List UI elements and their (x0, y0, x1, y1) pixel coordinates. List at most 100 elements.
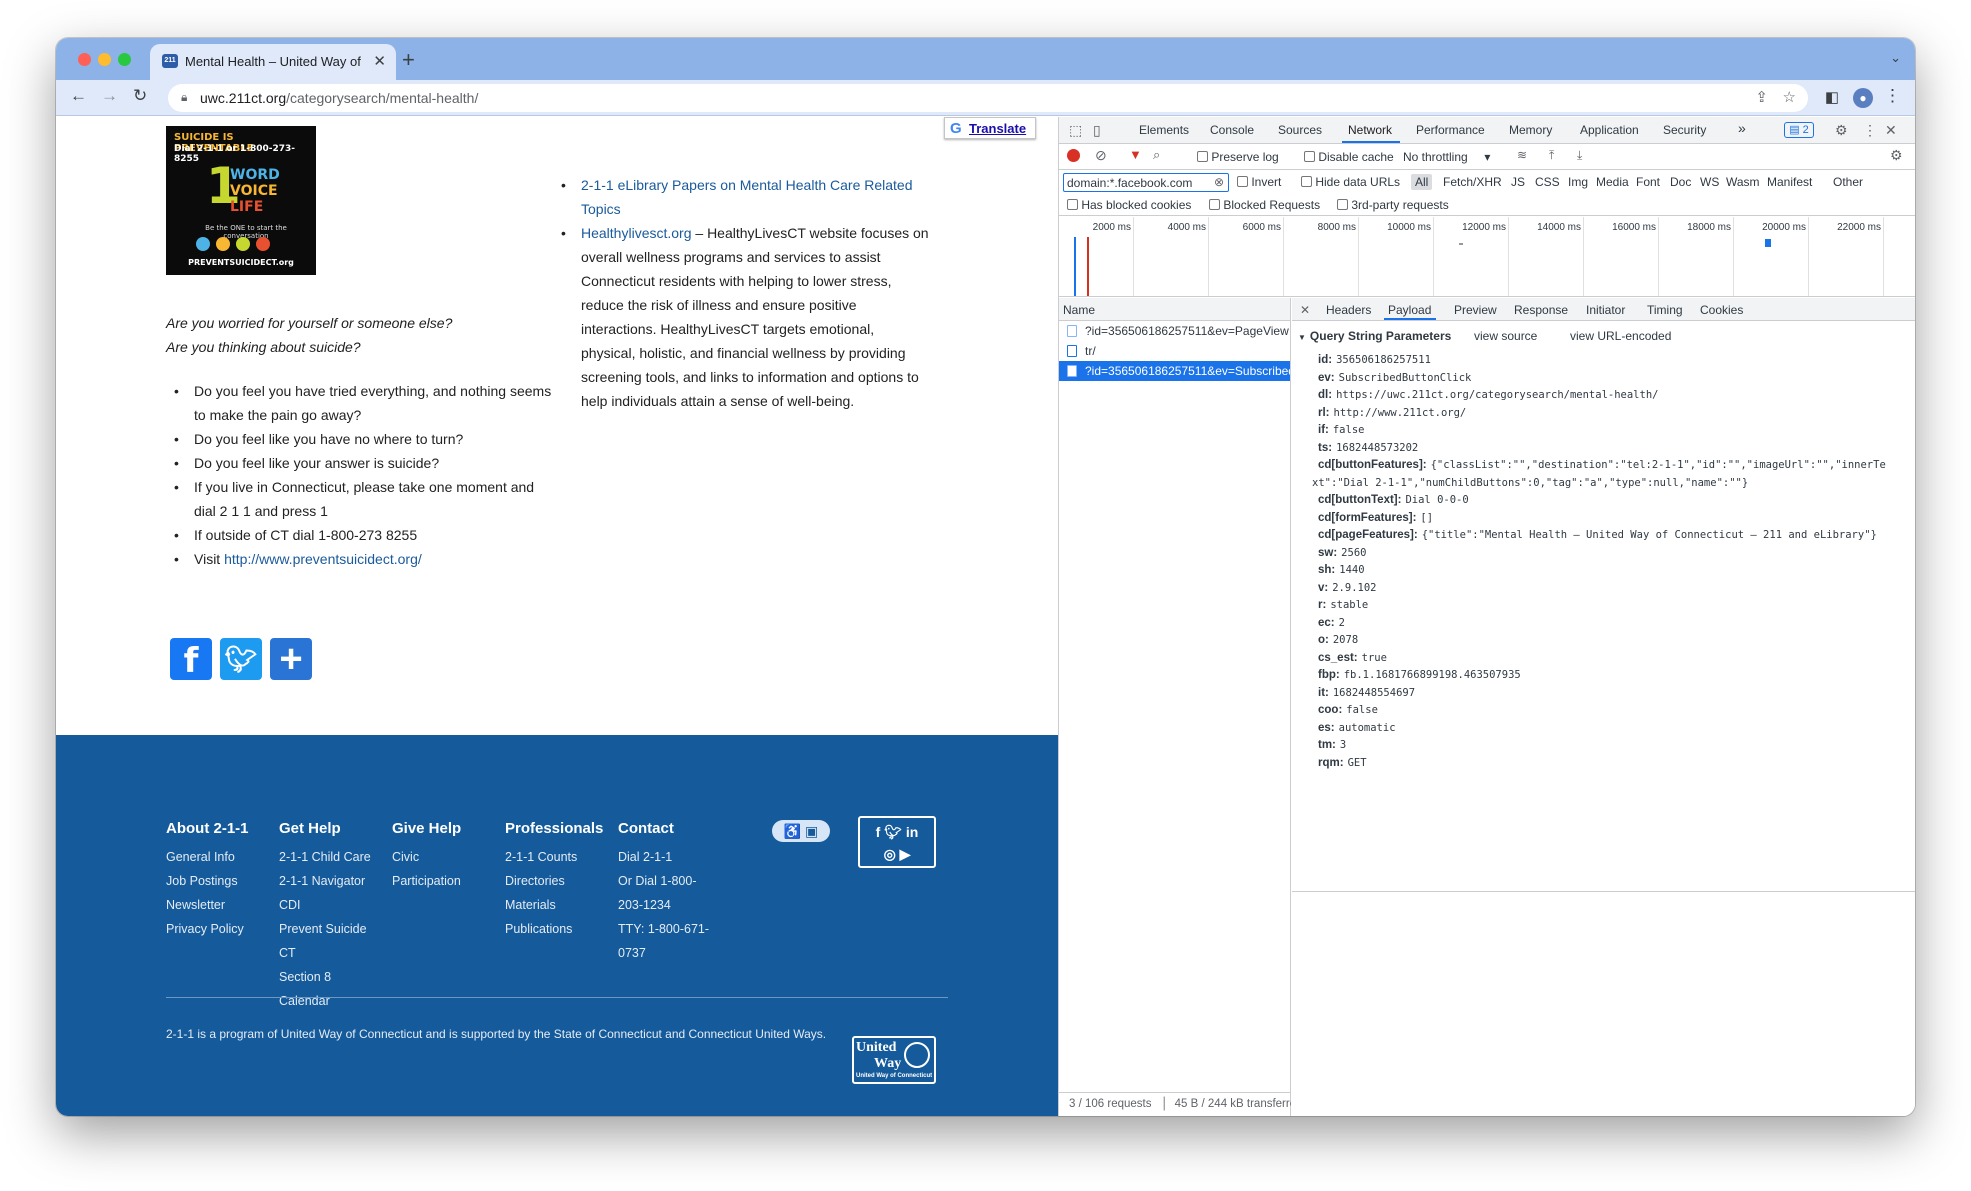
tab-payload[interactable]: Payload (1388, 303, 1431, 317)
footer-link[interactable]: 2-1-1 Counts (505, 845, 605, 869)
close-window-button[interactable] (78, 53, 91, 66)
footer-link[interactable]: Civic (392, 845, 482, 869)
filter-icon[interactable]: ▼ (1129, 147, 1142, 162)
bookmark-star-icon[interactable]: ☆ (1783, 88, 1796, 106)
share-plus-icon[interactable]: + (270, 638, 312, 680)
maximize-window-button[interactable] (118, 53, 131, 66)
record-icon[interactable] (1067, 149, 1080, 162)
footer-link[interactable]: Or Dial 1-800-203-1234 (618, 869, 718, 917)
clear-filter-icon[interactable]: ⊗ (1214, 175, 1224, 189)
filter-input[interactable]: domain:*.facebook.com ⊗ (1063, 173, 1229, 192)
invert-checkbox[interactable]: Invert (1237, 175, 1281, 189)
browser-tab[interactable]: 211 Mental Health – United Way of ✕ (150, 44, 396, 80)
united-way-logo[interactable]: United Way United Way of Connecticut (852, 1036, 936, 1084)
instagram-youtube-icons[interactable]: ◎ ▶ (860, 843, 934, 865)
footer-link[interactable]: CDI (279, 893, 384, 917)
filter-type-all[interactable]: All (1411, 174, 1433, 190)
filter-type-font[interactable]: Font (1636, 175, 1660, 189)
reload-icon[interactable]: ↻ (133, 86, 147, 106)
view-source-link[interactable]: view source (1474, 329, 1537, 343)
tab-cookies[interactable]: Cookies (1700, 303, 1743, 317)
preserve-log-checkbox[interactable]: Preserve log (1197, 150, 1279, 164)
inspect-element-icon[interactable]: ⬚ (1069, 122, 1082, 139)
browser-menu-icon[interactable]: ⋮ (1884, 86, 1901, 106)
translate-button[interactable]: G Translate (944, 117, 1036, 139)
hide-data-urls-checkbox[interactable]: Hide data URLs (1301, 175, 1400, 189)
footer-link[interactable]: Directories (505, 869, 605, 893)
name-column-header[interactable]: Name (1059, 298, 1290, 321)
accessibility-icon[interactable]: ♿ ▣ (772, 820, 830, 842)
side-panel-icon[interactable]: ◧ (1825, 88, 1839, 106)
search-icon[interactable]: ⌕ (1153, 147, 1160, 163)
devtools-menu-icon[interactable]: ⋮ (1863, 122, 1877, 139)
footer-link[interactable]: Section 8 (279, 965, 384, 989)
query-string-heading[interactable]: ▼ Query String Parameters (1298, 329, 1451, 343)
filter-type-fetch-xhr[interactable]: Fetch/XHR (1443, 175, 1502, 189)
filter-type-manifest[interactable]: Manifest (1767, 175, 1812, 189)
tab-preview[interactable]: Preview (1454, 303, 1497, 317)
footer-link[interactable]: Dial 2-1-1 (618, 845, 718, 869)
tab-network[interactable]: Network (1348, 123, 1392, 137)
disable-cache-checkbox[interactable]: Disable cache (1304, 150, 1394, 164)
tab-security[interactable]: Security (1663, 123, 1706, 137)
filter-type-img[interactable]: Img (1568, 175, 1588, 189)
device-toolbar-icon[interactable]: ▯ (1093, 122, 1101, 139)
network-timeline-overview[interactable]: 2000 ms 4000 ms 6000 ms 8000 ms 10000 ms… (1059, 217, 1915, 297)
back-arrow-icon[interactable]: ← (70, 86, 87, 106)
footer-link[interactable]: Participation (392, 869, 482, 893)
footer-link[interactable]: 2-1-1 Navigator (279, 869, 384, 893)
tab-timing[interactable]: Timing (1647, 303, 1683, 317)
throttling-select[interactable]: No throttling ▾ (1403, 150, 1490, 164)
tab-sources[interactable]: Sources (1278, 123, 1322, 137)
request-row[interactable]: ?id=356506186257511&ev=PageView (1059, 321, 1290, 341)
facebook-twitter-linkedin-icons[interactable]: f 🐦︎ in (860, 821, 934, 843)
filter-type-css[interactable]: CSS (1535, 175, 1560, 189)
close-detail-icon[interactable]: ✕ (1300, 303, 1310, 317)
footer-link[interactable]: Publications (505, 917, 605, 941)
prevent-suicide-link[interactable]: http://www.preventsuicidect.org/ (224, 551, 422, 567)
clear-icon[interactable]: ⊘ (1095, 147, 1107, 164)
network-conditions-icon[interactable]: ≋ (1517, 148, 1527, 162)
tab-application[interactable]: Application (1580, 123, 1639, 137)
close-devtools-icon[interactable]: ✕ (1885, 122, 1897, 139)
tab-performance[interactable]: Performance (1416, 123, 1485, 137)
filter-type-media[interactable]: Media (1596, 175, 1629, 189)
blocked-requests-checkbox[interactable]: Blocked Requests (1209, 198, 1320, 212)
tab-response[interactable]: Response (1514, 303, 1568, 317)
filter-type-ws[interactable]: WS (1700, 175, 1719, 189)
forward-arrow-icon[interactable]: → (101, 86, 118, 106)
export-har-icon[interactable]: ⤓ (1577, 148, 1582, 163)
footer-link[interactable]: TTY: 1-800-671-0737 (618, 917, 718, 965)
request-row-selected[interactable]: ?id=356506186257511&ev=SubscribedButtonC… (1059, 361, 1290, 381)
footer-link[interactable]: Materials (505, 893, 605, 917)
issues-badge[interactable]: ▤ 2 (1784, 122, 1814, 138)
network-settings-icon[interactable]: ⚙ (1890, 147, 1903, 164)
third-party-checkbox[interactable]: 3rd-party requests (1337, 198, 1449, 212)
footer-link[interactable]: Newsletter (166, 893, 266, 917)
import-har-icon[interactable]: ⤒ (1549, 148, 1554, 163)
footer-link[interactable]: General Info (166, 845, 266, 869)
tab-search-icon[interactable]: ⌄ (1890, 50, 1901, 66)
more-tabs-icon[interactable]: » (1738, 120, 1746, 136)
footer-link[interactable]: Prevent Suicide CT (279, 917, 384, 965)
footer-link[interactable]: 2-1-1 Child Care (279, 845, 384, 869)
elibrary-link[interactable]: 2-1-1 eLibrary Papers on Mental Health C… (581, 177, 913, 217)
settings-gear-icon[interactable]: ⚙ (1835, 122, 1848, 139)
view-url-encoded-link[interactable]: view URL-encoded (1570, 329, 1671, 343)
tab-memory[interactable]: Memory (1509, 123, 1552, 137)
footer-link[interactable]: Calendar (279, 989, 384, 1013)
tab-elements[interactable]: Elements (1139, 123, 1189, 137)
blocked-cookies-checkbox[interactable]: Has blocked cookies (1067, 198, 1191, 212)
footer-link[interactable]: Job Postings (166, 869, 266, 893)
address-bar[interactable]: 🔒︎ uwc.211ct.org/categorysearch/mental-h… (168, 84, 1808, 112)
filter-type-doc[interactable]: Doc (1670, 175, 1691, 189)
twitter-share-icon[interactable]: 🐦︎ (220, 638, 262, 680)
tab-headers[interactable]: Headers (1326, 303, 1371, 317)
filter-type-wasm[interactable]: Wasm (1726, 175, 1760, 189)
request-row[interactable]: tr/ (1059, 341, 1290, 361)
filter-type-other[interactable]: Other (1833, 175, 1863, 189)
healthylives-link[interactable]: Healthylivesct.org (581, 225, 692, 241)
share-icon[interactable]: ⇪ (1755, 88, 1768, 106)
new-tab-button[interactable]: + (402, 47, 415, 73)
tab-console[interactable]: Console (1210, 123, 1254, 137)
